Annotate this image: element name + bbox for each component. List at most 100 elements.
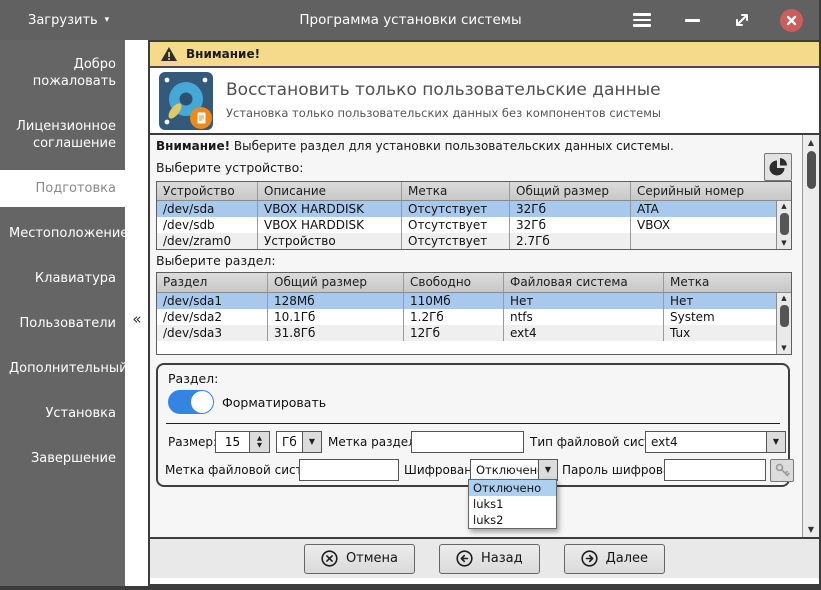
partition-table-header-cell: Раздел [157,273,268,292]
partition-table-header-cell: Метка [670,275,710,289]
device-select-label: Выберите устройство: [156,160,304,175]
divider [166,423,780,424]
sidebar-collapse-button[interactable]: « [128,308,146,330]
encryption-dropdown: Отключено luks1 luks2 [468,479,557,529]
sidebar-item[interactable]: Установка [0,395,125,432]
device-cell: /dev/sdb [157,217,258,233]
partition-table-row[interactable]: /dev/sda1 128Мб 110Мб Нет Нет [157,293,776,309]
partition-select-label: Выберите раздел: [156,253,276,268]
close-icon [786,15,797,25]
cancel-button[interactable]: Отмена [303,543,416,574]
chevron-down-icon: ▼ [538,460,557,480]
partition-cell: Нет [670,294,694,308]
partition-cell: System [670,310,715,324]
sidebar-item[interactable]: Завершение [0,440,125,477]
format-toggle[interactable] [168,390,214,414]
warning-banner-text: Внимание! [186,47,261,61]
partition-cell: 10.1Гб [268,309,404,325]
chevron-down-icon: ▼ [302,432,321,452]
footer-bar: Отмена Назад Далее [150,539,819,578]
next-button-label: Далее [605,551,649,566]
size-input[interactable] [215,431,250,453]
device-cell: VBOX [637,218,671,232]
fs-type-value: ext4 [651,435,678,449]
resize-diagonal-icon [736,14,748,26]
page-subtitle: Установка только пользовательских данных… [226,106,661,120]
hamburger-icon [633,13,651,27]
next-icon [581,550,598,567]
page-title: Восстановить только пользовательские дан… [226,80,661,100]
scroll-thumb[interactable] [779,213,789,235]
partition-table-row[interactable]: /dev/sda3 31.8Гб 12Гб ext4 Tux [157,325,776,341]
device-cell: 2.7Гб [510,233,631,249]
scroll-up-icon[interactable]: ▲ [808,135,814,150]
device-cell: Отсутствует [402,201,510,217]
cancel-icon [321,550,338,567]
size-unit-select[interactable]: Гб ▼ [276,431,322,453]
partition-table-header: Раздел Общий размер Свободно Файловая систе… [157,273,791,293]
maximize-button[interactable] [730,8,754,32]
sidebar-item[interactable]: Лицензионное соглашение [0,108,125,162]
sidebar-item[interactable]: Добро пожаловать [0,46,125,100]
dropdown-option[interactable]: luks1 [469,496,556,512]
partition-label-input[interactable] [411,431,524,453]
scroll-thumb[interactable] [779,305,789,327]
device-table-scrollbar[interactable]: ▲ ▼ [776,201,791,249]
scroll-down-icon[interactable]: ▼ [808,522,814,537]
device-table-header-cell: Описание [258,182,402,200]
fs-type-select[interactable]: ext4 ▼ [645,431,786,453]
back-button[interactable]: Назад [439,543,540,574]
device-table-row[interactable]: /dev/zram0 Устройство Отсутствует 2.7Гб [157,233,776,249]
sidebar-item[interactable]: Клавиатура [0,260,125,297]
partition-chart-button[interactable] [764,153,792,181]
sidebar-item[interactable]: Подготовка [0,170,125,207]
minimize-button[interactable] [680,8,704,32]
warning-icon [161,47,177,61]
pie-chart-icon [769,158,787,176]
size-spin-buttons[interactable]: ▲ ▼ [250,431,270,453]
key-icon [775,463,790,477]
chevron-down-icon: ▼ [766,432,785,452]
warning-banner: Внимание! [150,42,819,68]
device-cell: VBOX HARDDISK [258,201,402,217]
dropdown-option[interactable]: Отключено [469,480,556,496]
notice-bold: Внимание! [156,139,231,153]
partition-cell: /dev/sda3 [157,325,268,341]
encryption-password-input[interactable] [664,459,766,481]
partition-cell: Tux [670,326,691,340]
password-key-button[interactable] [770,459,794,482]
partition-cell: 1.2Гб [404,309,504,325]
spin-down-icon[interactable]: ▼ [257,441,262,449]
device-table-body: /dev/sda VBOX HARDDISK Отсутствует 32Гб … [157,201,776,249]
device-cell: Устройство [258,233,402,249]
back-icon [456,550,473,567]
steps-sidebar: Добро пожаловать Лицензионное соглашение П… [0,40,128,590]
scroll-down-icon[interactable]: ▼ [781,343,786,354]
menu-button[interactable] [630,8,654,32]
fs-label-input[interactable] [299,459,399,481]
cancel-button-label: Отмена [345,551,399,566]
device-cell: Отсутствует [402,233,510,249]
main-scrollbar[interactable]: ▲ ▼ [802,135,819,537]
close-button[interactable] [780,8,803,32]
window-bottom-border [0,586,821,590]
dropdown-option[interactable]: luks2 [469,512,556,528]
partition-cell: Нет [504,293,664,309]
notice-rest: Выберите раздел для установки пользовате… [230,139,674,153]
scroll-thumb[interactable] [806,151,816,189]
partition-table-row[interactable]: /dev/sda2 10.1Гб 1.2Гб ntfs System [157,309,776,325]
sidebar-item[interactable]: Местоположение [0,215,128,252]
page-header: Восстановить только пользовательские дан… [150,68,819,135]
encryption-select[interactable]: Отключено ▼ [470,459,558,481]
device-table-row[interactable]: /dev/sdb VBOX HARDDISK Отсутствует 32Гб … [157,217,776,233]
partition-table-scrollbar[interactable]: ▲ ▼ [776,293,791,354]
scroll-down-icon[interactable]: ▼ [781,238,786,249]
device-cell: /dev/sda [157,201,258,217]
sidebar-item[interactable]: Пользователи [0,305,125,342]
scroll-up-icon[interactable]: ▲ [781,201,786,212]
next-button[interactable]: Далее [563,543,666,574]
device-table-row[interactable]: /dev/sda VBOX HARDDISK Отсутствует 32Гб … [157,201,776,217]
sidebar-item[interactable]: Дополнительный [0,350,128,387]
scroll-up-icon[interactable]: ▲ [781,293,786,304]
scroll-region: Внимание! Выберите раздел для установки … [150,135,819,539]
